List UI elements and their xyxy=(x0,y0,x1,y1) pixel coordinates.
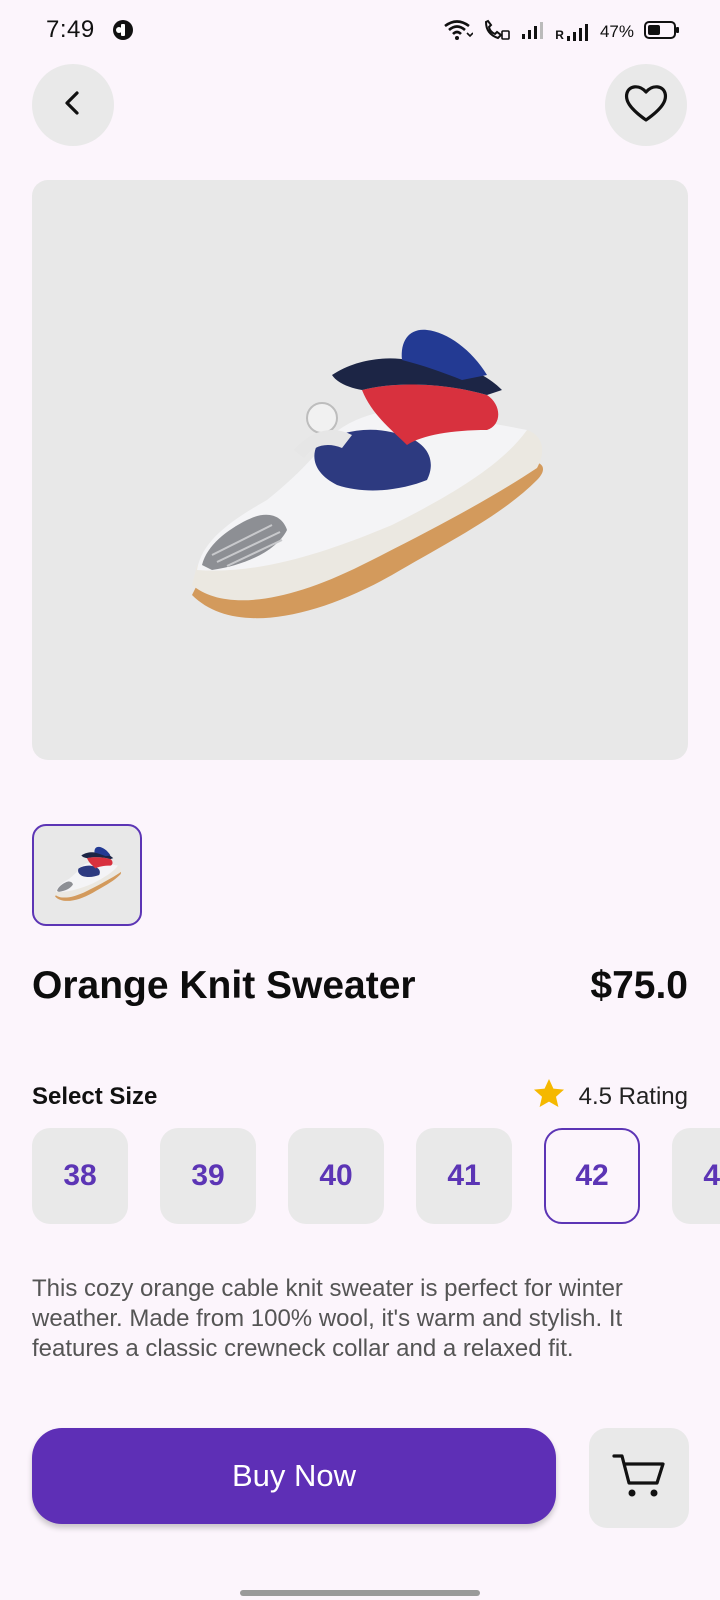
rating-text: 4.5 Rating xyxy=(578,1082,688,1110)
size-selector: 38 39 40 41 42 43 xyxy=(32,1128,720,1224)
select-size-label: Select Size xyxy=(32,1083,158,1110)
product-price: $75.0 xyxy=(590,964,688,1007)
back-arrow-icon xyxy=(58,88,88,123)
status-time: 7:49 xyxy=(46,16,95,43)
product-title: Orange Knit Sweater xyxy=(32,964,416,1007)
signal-roaming-icon: R xyxy=(555,22,590,42)
rating: 4.5 Rating xyxy=(533,1078,688,1115)
size-chip-39[interactable]: 39 xyxy=(160,1128,256,1224)
home-indicator[interactable] xyxy=(240,1590,480,1596)
sneaker-thumbnail-image xyxy=(55,846,121,901)
battery-icon xyxy=(644,20,680,45)
size-chip-41[interactable]: 41 xyxy=(416,1128,512,1224)
status-bar: 7:49 R 47% xyxy=(0,0,720,64)
sneaker-image xyxy=(192,329,544,619)
wifi-icon xyxy=(443,19,474,46)
notification-app-icon xyxy=(112,19,134,46)
buy-now-label: Buy Now xyxy=(231,1458,357,1493)
size-chip-43[interactable]: 43 xyxy=(672,1128,720,1224)
battery-percent: 47% xyxy=(599,22,634,41)
cart-icon xyxy=(611,1451,667,1506)
product-detail-screen: 7:49 R 47% Orange Knit Sweater $75.0 Sel… xyxy=(0,0,720,1600)
roaming-label: R xyxy=(555,28,564,42)
buy-now-button[interactable]: Buy Now xyxy=(32,1428,556,1524)
size-chip-42[interactable]: 42 xyxy=(544,1128,640,1224)
status-icons: R 47% xyxy=(443,18,680,46)
heart-icon xyxy=(623,82,669,129)
favorite-button[interactable] xyxy=(605,64,687,146)
size-chip-40[interactable]: 40 xyxy=(288,1128,384,1224)
product-image xyxy=(32,180,688,760)
back-button[interactable] xyxy=(32,64,114,146)
product-thumbnail[interactable] xyxy=(32,824,142,926)
wifi-calling-icon xyxy=(483,19,511,46)
signal-icon xyxy=(521,20,545,45)
star-icon xyxy=(533,1078,565,1115)
product-description: This cozy orange cable knit sweater is p… xyxy=(32,1275,623,1362)
size-chip-38[interactable]: 38 xyxy=(32,1128,128,1224)
add-to-cart-button[interactable] xyxy=(589,1428,689,1528)
